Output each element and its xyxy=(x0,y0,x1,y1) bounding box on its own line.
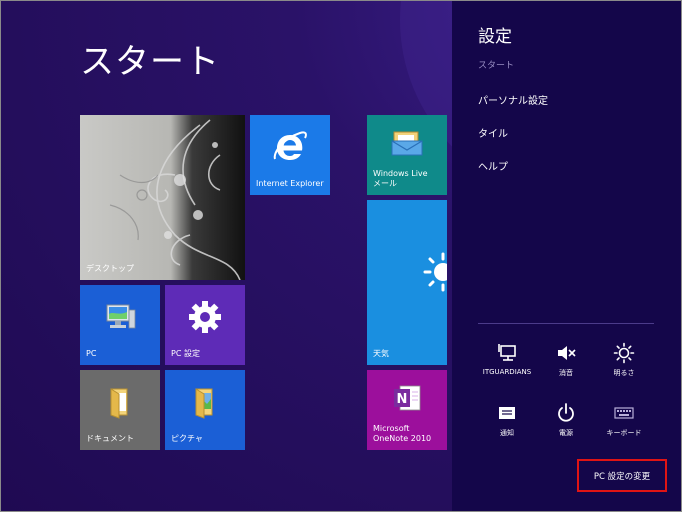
tile-desktop[interactable]: デスクトップ xyxy=(80,115,245,280)
change-pc-settings-link[interactable]: PC 設定の変更 xyxy=(577,459,667,492)
computer-icon xyxy=(103,302,137,336)
tile-documents[interactable]: ドキュメント xyxy=(80,370,160,450)
mail-icon xyxy=(390,129,424,161)
tile-pc[interactable]: PC xyxy=(80,285,160,365)
network-button[interactable]: ITGUARDIANS xyxy=(475,342,539,392)
pictures-folder-icon xyxy=(190,385,220,423)
power-icon xyxy=(534,402,598,424)
network-label: ITGUARDIANS xyxy=(482,368,532,376)
page-title: スタート xyxy=(80,42,220,82)
brightness-label: 明るさ xyxy=(613,369,635,377)
onenote-icon: N xyxy=(390,383,424,417)
folder-icon xyxy=(105,385,135,423)
charm-item-personalize[interactable]: パーソナル設定 xyxy=(478,92,548,107)
tile-label: 天気 xyxy=(373,349,389,358)
sun-icon xyxy=(423,252,447,296)
power-button[interactable]: 電源 xyxy=(534,402,598,452)
svg-text:N: N xyxy=(397,392,408,407)
tile-weather[interactable]: 天気 xyxy=(367,200,447,365)
tile-label: PC 設定 xyxy=(171,349,200,358)
charm-title: 設定 xyxy=(478,27,512,47)
tile-label: Windows Live メール xyxy=(373,169,428,188)
tile-label: Microsoft OneNote 2010 xyxy=(373,424,432,443)
keyboard-button[interactable]: キーボード xyxy=(592,402,656,452)
tile-windows-live-mail[interactable]: Windows Live メール xyxy=(367,115,447,195)
network-icon xyxy=(475,342,539,364)
tile-pictures[interactable]: ピクチャ xyxy=(165,370,245,450)
charm-divider xyxy=(478,323,654,324)
desktop-wallpaper xyxy=(80,115,245,280)
charm-subtitle: スタート xyxy=(478,61,515,71)
tile-pc-settings[interactable]: PC 設定 xyxy=(165,285,245,365)
tile-internet-explorer[interactable]: Internet Explorer xyxy=(250,115,330,195)
power-label: 電源 xyxy=(559,429,573,437)
tile-label: デスクトップ xyxy=(86,264,134,273)
volume-button[interactable]: 消音 xyxy=(534,342,598,392)
tile-onenote[interactable]: N Microsoft OneNote 2010 xyxy=(367,370,447,450)
notifications-label: 通知 xyxy=(500,429,514,437)
brightness-button[interactable]: 明るさ xyxy=(592,342,656,392)
gear-icon xyxy=(187,299,223,339)
tile-label: ピクチャ xyxy=(171,434,203,443)
volume-mute-icon xyxy=(534,342,598,364)
tile-label: PC xyxy=(86,349,97,358)
notifications-button[interactable]: 通知 xyxy=(475,402,539,452)
volume-label: 消音 xyxy=(559,369,573,377)
tile-label: ドキュメント xyxy=(86,434,134,443)
brightness-icon xyxy=(592,342,656,364)
charm-item-tiles[interactable]: タイル xyxy=(478,125,508,140)
charm-item-help[interactable]: ヘルプ xyxy=(478,158,508,173)
keyboard-label: キーボード xyxy=(606,429,642,437)
settings-charm-panel: 設定 スタート パーソナル設定 タイル ヘルプ ITGUARDIANS 消音 明… xyxy=(452,0,682,512)
tile-label: Internet Explorer xyxy=(256,179,324,188)
internet-explorer-icon xyxy=(272,129,308,169)
notifications-icon xyxy=(475,402,539,424)
keyboard-icon xyxy=(592,402,656,424)
